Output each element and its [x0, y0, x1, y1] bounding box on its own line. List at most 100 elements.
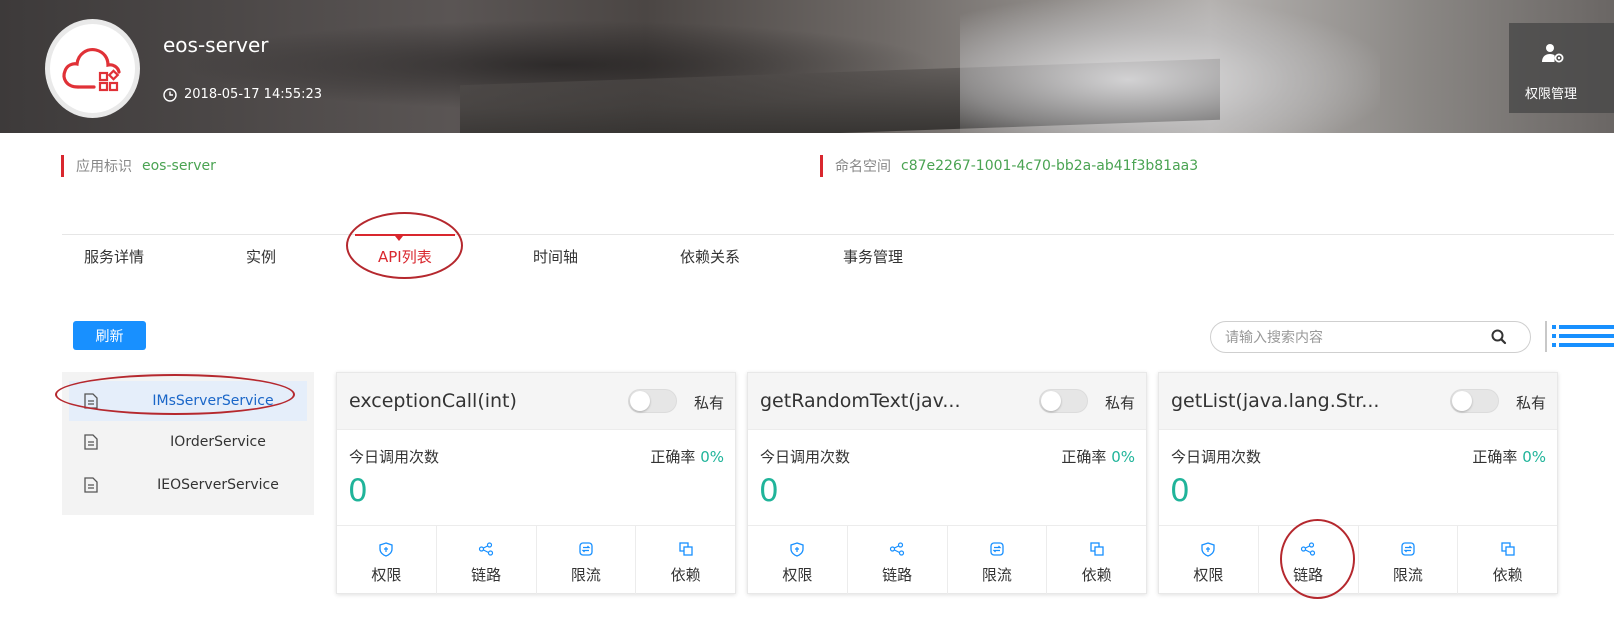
tab-instances[interactable]: 实例: [246, 246, 276, 267]
service-name: IOrderService: [170, 434, 266, 450]
permission-action[interactable]: 权限: [1159, 526, 1259, 595]
accuracy-label: 正确率: [1472, 448, 1518, 466]
service-item-ieoserverservice[interactable]: IEOServerService: [62, 465, 314, 505]
api-card-header: exceptionCall(int) 私有: [337, 373, 735, 430]
rate-limit-action[interactable]: 限流: [948, 526, 1048, 595]
calls-today-label: 今日调用次数: [760, 448, 851, 466]
calls-today-value: 0: [348, 473, 368, 509]
private-label: 私有: [1105, 394, 1136, 412]
cloud-logo-icon: [61, 47, 121, 91]
tab-transaction-management[interactable]: 事务管理: [843, 246, 903, 267]
accuracy-value: 0%: [1111, 448, 1135, 466]
calls-today-label: 今日调用次数: [1171, 448, 1262, 466]
rate-limit-action[interactable]: 限流: [1359, 526, 1459, 595]
service-name: IMsServerService: [152, 393, 274, 409]
accuracy-label: 正确率: [1061, 448, 1107, 466]
active-tab-indicator: [355, 234, 455, 236]
action-label: 依赖: [1492, 566, 1523, 584]
search-input[interactable]: [1225, 328, 1485, 348]
namespace-value: c87e2267-1001-4c70-bb2a-ab41f3b81aa3: [901, 158, 1199, 174]
copy-icon: [678, 542, 693, 556]
permission-action[interactable]: 权限: [748, 526, 848, 595]
calls-today-label: 今日调用次数: [349, 448, 440, 466]
accuracy-value: 0%: [700, 448, 724, 466]
action-label: 链路: [882, 566, 913, 584]
clock-icon: [163, 87, 177, 102]
api-card: exceptionCall(int) 私有 今日调用次数 正确率 0% 0 权限…: [336, 372, 736, 595]
tab-timeline[interactable]: 时间轴: [533, 246, 578, 267]
action-label: 限流: [570, 566, 601, 584]
calls-today-value: 0: [759, 473, 779, 509]
shield-icon: [379, 542, 394, 557]
accuracy: 正确率 0%: [1472, 446, 1546, 467]
dependency-action[interactable]: 依赖: [1458, 526, 1557, 595]
service-item-iorderservice[interactable]: IOrderService: [62, 422, 314, 462]
service-name: IEOServerService: [157, 477, 279, 493]
shield-icon: [790, 542, 805, 557]
exchange-icon: [1401, 542, 1415, 556]
action-label: 权限: [782, 566, 813, 584]
dependency-action[interactable]: 依赖: [1047, 526, 1146, 595]
api-name: getList(java.lang.Str...: [1171, 390, 1380, 412]
permission-management-button[interactable]: 权限管理: [1509, 23, 1614, 113]
app-timestamp: 2018-05-17 14:55:23: [163, 87, 322, 102]
accuracy-label: 正确率: [650, 448, 696, 466]
api-name: getRandomText(jav...: [760, 390, 961, 412]
action-label: 链路: [471, 566, 502, 584]
accuracy: 正确率 0%: [650, 446, 724, 467]
exchange-icon: [990, 542, 1004, 556]
private-label: 私有: [1516, 394, 1547, 412]
private-label: 私有: [694, 394, 725, 412]
active-tab-caret: [395, 236, 403, 241]
user-settings-icon: [1542, 44, 1564, 63]
action-label: 限流: [1392, 566, 1423, 584]
shield-icon: [1201, 542, 1216, 557]
action-label: 依赖: [1081, 566, 1112, 584]
api-card-header: getList(java.lang.Str... 私有: [1159, 373, 1557, 430]
action-label: 链路: [1293, 566, 1324, 584]
service-list: IMsServerService IOrderService IEOServer…: [62, 372, 314, 515]
app-id-value: eos-server: [142, 158, 216, 174]
calls-today-value: 0: [1170, 473, 1190, 509]
api-card-actions: 权限 链路 限流 依赖: [1159, 525, 1557, 595]
namespace-field: 命名空间 c87e2267-1001-4c70-bb2a-ab41f3b81aa…: [820, 155, 1198, 177]
timestamp-text: 2018-05-17 14:55:23: [184, 87, 323, 102]
action-label: 权限: [1193, 566, 1224, 584]
share-nodes-icon: [890, 542, 905, 556]
exchange-icon: [579, 542, 593, 556]
app-title: eos-server: [163, 33, 269, 57]
share-nodes-icon: [1301, 542, 1316, 556]
api-card-actions: 权限 链路 限流 依赖: [337, 525, 735, 595]
search-icon[interactable]: [1490, 328, 1508, 346]
app-logo: [45, 19, 140, 118]
trace-action[interactable]: 链路: [1259, 526, 1359, 595]
rate-limit-action[interactable]: 限流: [537, 526, 637, 595]
copy-icon: [1089, 542, 1104, 556]
api-card-actions: 权限 链路 限流 依赖: [748, 525, 1146, 595]
app-id-field: 应用标识 eos-server: [61, 155, 216, 177]
private-toggle[interactable]: [628, 389, 677, 413]
share-nodes-icon: [479, 542, 494, 556]
dependency-action[interactable]: 依赖: [636, 526, 735, 595]
action-label: 限流: [981, 566, 1012, 584]
api-name: exceptionCall(int): [349, 390, 517, 412]
tab-dependencies[interactable]: 依赖关系: [680, 246, 740, 267]
trace-action[interactable]: 链路: [848, 526, 948, 595]
action-label: 依赖: [670, 566, 701, 584]
accuracy: 正确率 0%: [1061, 446, 1135, 467]
service-item-imsserverservice[interactable]: IMsServerService: [69, 381, 307, 421]
private-toggle[interactable]: [1039, 389, 1088, 413]
accuracy-value: 0%: [1522, 448, 1546, 466]
action-label: 权限: [371, 566, 402, 584]
app-id-label: 应用标识: [76, 159, 132, 175]
tab-service-details[interactable]: 服务详情: [84, 246, 144, 267]
tab-api-list[interactable]: API列表: [378, 246, 432, 267]
list-view-icon[interactable]: [1545, 321, 1614, 352]
copy-icon: [1500, 542, 1515, 556]
search-box: [1210, 321, 1531, 353]
permission-action[interactable]: 权限: [337, 526, 437, 595]
private-toggle[interactable]: [1450, 389, 1499, 413]
trace-action[interactable]: 链路: [437, 526, 537, 595]
refresh-button[interactable]: 刷新: [73, 321, 146, 350]
api-card: getRandomText(jav... 私有 今日调用次数 正确率 0% 0 …: [747, 372, 1147, 595]
